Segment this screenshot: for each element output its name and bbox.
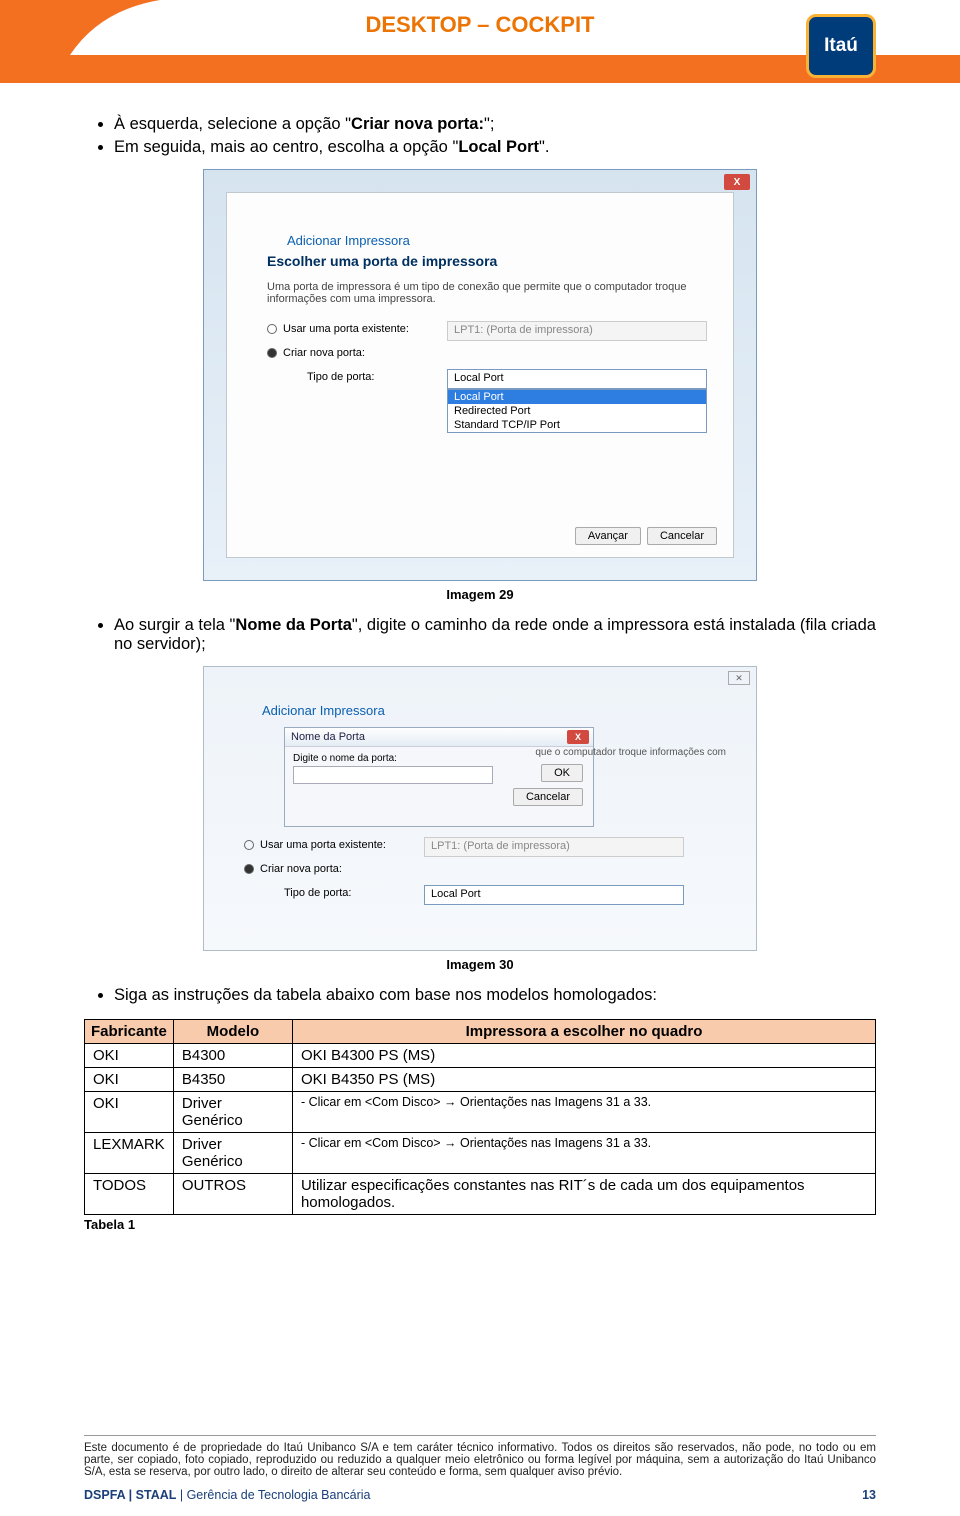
type-label: Tipo de porta: bbox=[284, 887, 351, 899]
radio-new: Criar nova porta: bbox=[244, 863, 342, 875]
mid-bullet: Ao surgir a tela "Nome da Porta", digite… bbox=[114, 616, 876, 654]
window-title: Adicionar Impressora bbox=[262, 703, 385, 718]
dialog-description: Uma porta de impressora é um tipo de con… bbox=[267, 281, 693, 305]
bullet3: Siga as instruções da tabela abaixo com … bbox=[114, 986, 876, 1005]
table-row: OKIDriver Genérico- Clicar em <Com Disco… bbox=[85, 1092, 876, 1133]
port-type-dropdown: Local Port Redirected Port Standard TCP/… bbox=[447, 389, 707, 433]
drop-option-selected: Local Port bbox=[448, 390, 706, 404]
footer-line: DSPFA | STAAL | Gerência de Tecnologia B… bbox=[84, 1488, 876, 1502]
dialog-title: Nome da PortaX bbox=[285, 728, 593, 747]
port-name-dialog: Nome da PortaX Digite o nome da porta: O… bbox=[284, 727, 594, 827]
drop-option: Standard TCP/IP Port bbox=[448, 418, 706, 432]
table-label: Tabela 1 bbox=[84, 1217, 876, 1232]
window-title: Adicionar Impressora bbox=[287, 233, 410, 248]
radio-icon bbox=[267, 324, 277, 334]
port-type-combo: Local Port bbox=[424, 885, 684, 905]
th-modelo: Modelo bbox=[173, 1020, 292, 1044]
side-text: que o computador troque informações com bbox=[535, 747, 726, 758]
bullet3-list: Siga as instruções da tabela abaixo com … bbox=[114, 986, 876, 1005]
lpt-field: LPT1: (Porta de impressora) bbox=[447, 321, 707, 341]
table-header: Fabricante Modelo Impressora a escolher … bbox=[85, 1020, 876, 1044]
radio-existing: Usar uma porta existente: bbox=[244, 839, 386, 851]
intro-bullets: À esquerda, selecione a opção "Criar nov… bbox=[114, 115, 876, 157]
drop-option: Redirected Port bbox=[448, 404, 706, 418]
footer-disclaimer: Este documento é de propriedade do Itaú … bbox=[84, 1442, 876, 1478]
intro-bullet-1: À esquerda, selecione a opção "Criar nov… bbox=[114, 115, 876, 134]
port-name-input bbox=[293, 766, 493, 784]
cancel-button: Cancelar bbox=[647, 527, 717, 545]
cancel-button: Cancelar bbox=[513, 788, 583, 806]
logo: Itaú bbox=[806, 14, 876, 78]
th-fabricante: Fabricante bbox=[85, 1020, 174, 1044]
radio-icon bbox=[244, 840, 254, 850]
lpt-field: LPT1: (Porta de impressora) bbox=[424, 837, 684, 857]
footer-rule bbox=[84, 1435, 876, 1436]
table-row: LEXMARKDriver Genérico- Clicar em <Com D… bbox=[85, 1133, 876, 1174]
port-type-combo: Local Port bbox=[447, 369, 707, 389]
mid-bullets: Ao surgir a tela "Nome da Porta", digite… bbox=[114, 616, 876, 654]
page-number: 13 bbox=[862, 1488, 876, 1502]
screenshot-30: ✕ Adicionar Impressora Nome da PortaX Di… bbox=[203, 666, 757, 951]
intro-bullet-2: Em seguida, mais ao centro, escolha a op… bbox=[114, 138, 876, 157]
th-impressora: Impressora a escolher no quadro bbox=[292, 1020, 875, 1044]
caption-29: Imagem 29 bbox=[84, 587, 876, 602]
radio-existing: Usar uma porta existente: bbox=[267, 323, 409, 335]
footer-left: DSPFA | STAAL | Gerência de Tecnologia B… bbox=[84, 1488, 371, 1502]
type-label: Tipo de porta: bbox=[307, 371, 374, 383]
table-row: TODOSOUTROSUtilizar especificações const… bbox=[85, 1174, 876, 1215]
radio-icon bbox=[267, 348, 277, 358]
dialog-heading: Escolher uma porta de impressora bbox=[267, 253, 497, 269]
footer: Este documento é de propriedade do Itaú … bbox=[84, 1435, 876, 1478]
close-icon: X bbox=[724, 174, 750, 190]
logo-text: Itaú bbox=[824, 35, 858, 57]
next-button: Avançar bbox=[575, 527, 641, 545]
caption-30: Imagem 30 bbox=[84, 957, 876, 972]
table-row: OKIB4300OKI B4300 PS (MS) bbox=[85, 1044, 876, 1068]
radio-new: Criar nova porta: bbox=[267, 347, 365, 359]
close-icon: X bbox=[567, 730, 589, 744]
close-icon: ✕ bbox=[728, 671, 750, 685]
radio-icon bbox=[244, 864, 254, 874]
ok-button: OK bbox=[541, 764, 583, 782]
screenshot-29: X Adicionar Impressora Escolher uma port… bbox=[203, 169, 757, 581]
driver-table: Fabricante Modelo Impressora a escolher … bbox=[84, 1019, 876, 1215]
table-row: OKIB4350OKI B4350 PS (MS) bbox=[85, 1068, 876, 1092]
